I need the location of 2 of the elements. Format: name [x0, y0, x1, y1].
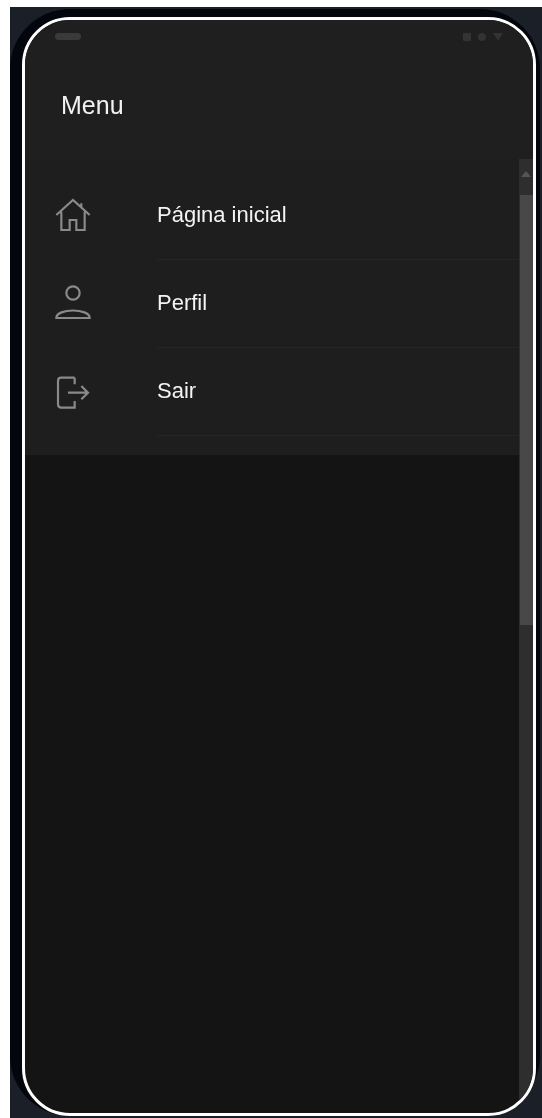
menu-title: Menu	[61, 91, 124, 120]
notch-icon	[55, 33, 81, 40]
